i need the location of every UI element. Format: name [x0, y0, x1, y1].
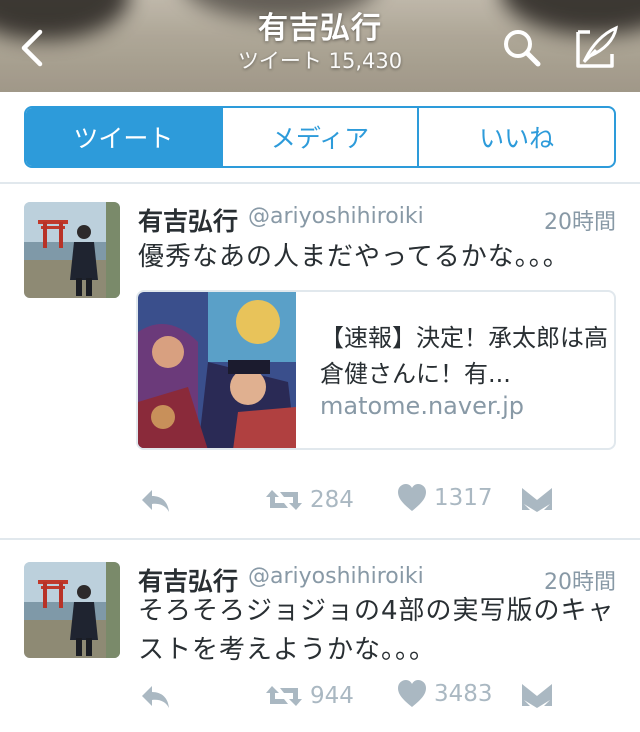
tab-likes[interactable]: いいね	[417, 108, 614, 166]
profile-header: 有吉弘行 ツイート 15,430	[0, 0, 640, 92]
user-handle[interactable]: @ariyoshihiroiki	[248, 564, 424, 589]
retweet-button[interactable]: 284	[264, 482, 354, 518]
retweet-icon	[266, 686, 302, 706]
tweet-text: 優秀なあの人まだやってるかな。。。	[138, 242, 570, 272]
search-icon	[504, 30, 541, 67]
compose-quill-icon	[576, 25, 618, 68]
tweet-actions: 944 3483	[136, 678, 616, 718]
display-name[interactable]: 有吉弘行	[138, 202, 238, 238]
like-button[interactable]: 3483	[396, 678, 493, 710]
tweet-actions: 284 1317	[136, 482, 616, 522]
divider	[0, 538, 640, 540]
reply-icon	[142, 686, 169, 708]
avatar[interactable]	[24, 202, 120, 298]
reply-icon	[142, 490, 169, 512]
heart-icon	[398, 484, 426, 511]
tab-tweets[interactable]: ツイート	[26, 108, 221, 166]
profile-tabs: ツイート メディア いいね	[24, 106, 616, 168]
user-handle[interactable]: @ariyoshihiroiki	[248, 204, 424, 229]
reply-button[interactable]	[138, 482, 172, 518]
heart-icon	[398, 680, 426, 707]
retweet-button[interactable]: 944	[264, 678, 354, 714]
compose-tweet-button[interactable]	[572, 24, 622, 70]
like-count: 1317	[434, 485, 493, 511]
avatar-photo	[24, 562, 120, 658]
card-domain: matome.naver.jp	[320, 392, 525, 420]
retweet-icon	[266, 490, 302, 510]
tab-media[interactable]: メディア	[220, 108, 418, 166]
like-count: 3483	[434, 681, 493, 707]
link-card[interactable]: 【速報】決定！承太郎は高倉健さんに！有... matome.naver.jp	[136, 290, 616, 450]
envelope-icon	[522, 684, 552, 708]
tweet-header: 有吉弘行 @ariyoshihiroiki 20時間	[138, 202, 616, 238]
direct-message-button[interactable]	[520, 482, 554, 516]
search-button[interactable]	[498, 26, 546, 70]
tweet-timestamp: 20時間	[544, 210, 616, 235]
avatar[interactable]	[24, 562, 120, 658]
avatar-photo	[24, 202, 120, 298]
retweet-count: 944	[310, 683, 354, 709]
divider	[0, 182, 640, 184]
retweet-count: 284	[310, 487, 354, 513]
like-button[interactable]: 1317	[396, 482, 493, 514]
envelope-icon	[522, 488, 552, 512]
card-title: 【速報】決定！承太郎は高倉健さんに！有...	[320, 324, 608, 388]
tweet-text: そろそろジョジョの4部の実写版のキャストを考えようかな。。。	[138, 596, 615, 665]
reply-button[interactable]	[138, 678, 172, 714]
direct-message-button[interactable]	[520, 678, 554, 712]
card-thumbnail	[138, 292, 296, 448]
